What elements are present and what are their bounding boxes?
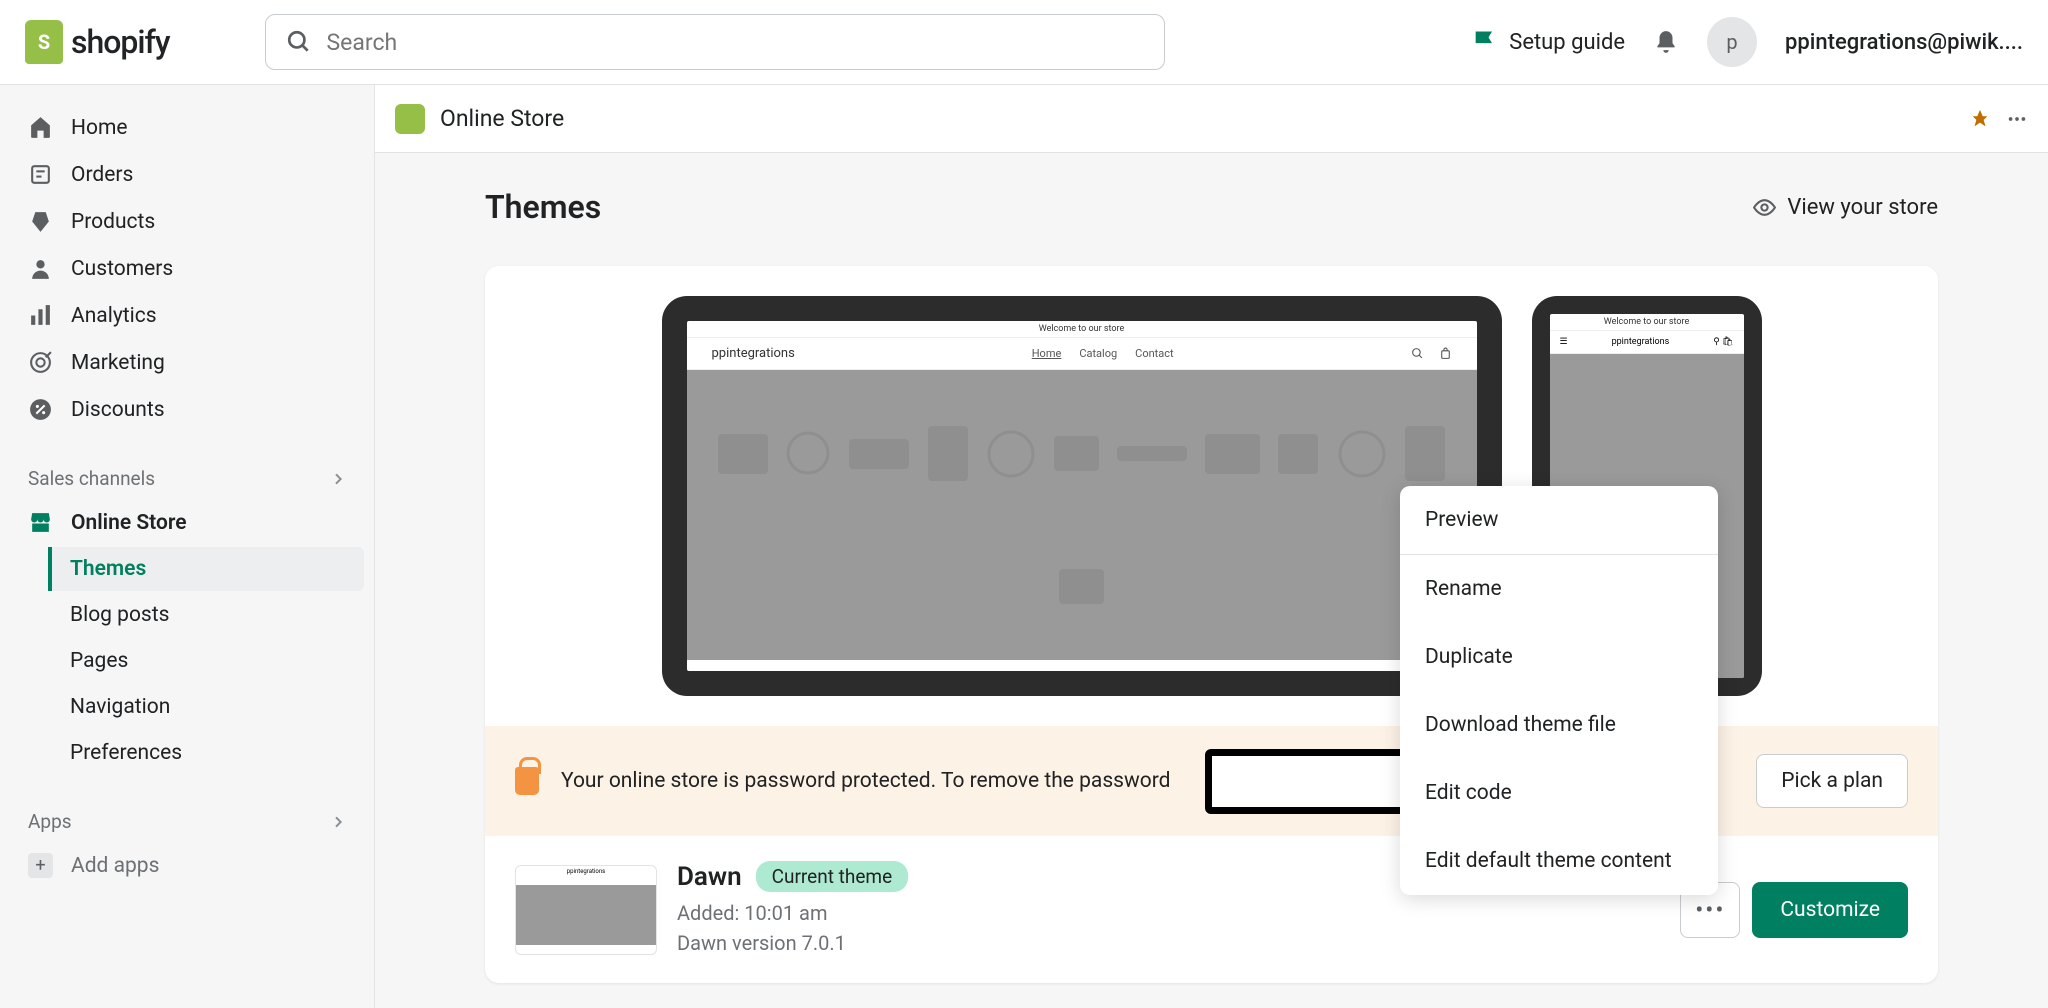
store-icon bbox=[28, 510, 53, 535]
theme-version: Dawn version 7.0.1 bbox=[677, 928, 1660, 958]
search-input[interactable] bbox=[327, 29, 1144, 56]
avatar[interactable]: p bbox=[1707, 17, 1757, 67]
sidebar-label: Marketing bbox=[71, 351, 165, 375]
password-banner: Your online store is password protected.… bbox=[485, 726, 1938, 836]
sidebar-item-products[interactable]: Products bbox=[10, 199, 364, 244]
view-store-label: View your store bbox=[1787, 195, 1938, 220]
sidebar-item-discounts[interactable]: Discounts bbox=[10, 387, 364, 432]
sidebar-label: Discounts bbox=[71, 398, 165, 422]
sidebar-item-online-store[interactable]: Online Store bbox=[10, 500, 364, 545]
marketing-icon bbox=[28, 350, 53, 375]
dropdown-edit-default-theme-content[interactable]: Edit default theme content bbox=[1400, 827, 1718, 895]
customize-button[interactable]: Customize bbox=[1752, 882, 1908, 938]
themes-title: Themes bbox=[485, 188, 601, 226]
menu-icon: ☰ bbox=[1560, 337, 1568, 347]
nav-catalog: Catalog bbox=[1079, 347, 1117, 360]
logo-text: shopify bbox=[71, 23, 170, 61]
theme-actions-dropdown: Preview Rename Duplicate Download theme … bbox=[1400, 486, 1718, 895]
logo-bag-icon bbox=[25, 20, 63, 64]
orders-icon bbox=[28, 162, 53, 187]
home-icon bbox=[28, 115, 53, 140]
theme-added: Added: 10:01 am bbox=[677, 898, 1660, 928]
sidebar-item-preferences[interactable]: Preferences bbox=[52, 731, 364, 775]
analytics-icon bbox=[28, 303, 53, 328]
topbar-right: Setup guide p ppintegrations@piwik.... bbox=[1471, 17, 2023, 67]
pin-icon[interactable] bbox=[1969, 108, 1991, 130]
page-header: Online Store bbox=[375, 85, 2048, 153]
store-badge-icon bbox=[395, 104, 425, 134]
sidebar-item-themes[interactable]: Themes bbox=[48, 547, 364, 591]
current-theme-badge: Current theme bbox=[756, 861, 909, 892]
sidebar-item-analytics[interactable]: Analytics bbox=[10, 293, 364, 338]
plus-icon: + bbox=[28, 853, 53, 878]
sidebar-label: Home bbox=[71, 116, 128, 140]
theme-card: Welcome to our store ppintegrations Home… bbox=[485, 266, 1938, 983]
theme-thumbnail: ppintegrations bbox=[515, 865, 657, 955]
sidebar-item-customers[interactable]: Customers bbox=[10, 246, 364, 291]
site-brand: ppintegrations bbox=[712, 346, 795, 361]
sidebar: Home Orders Products Customers Analytics… bbox=[0, 85, 375, 1008]
mobile-brand: ppintegrations bbox=[1612, 337, 1670, 347]
mobile-icons: ⚲ 🛍 bbox=[1713, 337, 1733, 347]
mobile-welcome-bar: Welcome to our store bbox=[1550, 314, 1744, 330]
add-apps-link[interactable]: + Add apps bbox=[10, 843, 364, 888]
theme-name: Dawn bbox=[677, 862, 742, 892]
sidebar-item-pages[interactable]: Pages bbox=[52, 639, 364, 683]
sidebar-label: Customers bbox=[71, 257, 173, 281]
welcome-bar: Welcome to our store bbox=[687, 321, 1477, 337]
sidebar-label: Online Store bbox=[71, 511, 187, 535]
notifications-icon[interactable] bbox=[1653, 28, 1679, 56]
shopify-logo[interactable]: shopify bbox=[25, 20, 170, 64]
discounts-icon bbox=[28, 397, 53, 422]
desktop-preview: Welcome to our store ppintegrations Home… bbox=[662, 296, 1502, 696]
search-small-icon bbox=[1411, 347, 1424, 360]
customers-icon bbox=[28, 256, 53, 281]
callout-arrow bbox=[1205, 749, 1425, 814]
bag-small-icon bbox=[1439, 347, 1452, 360]
lock-icon bbox=[515, 767, 539, 795]
dropdown-rename[interactable]: Rename bbox=[1400, 555, 1718, 623]
dropdown-download-theme-file[interactable]: Download theme file bbox=[1400, 691, 1718, 759]
more-dots-icon[interactable] bbox=[2006, 108, 2028, 130]
hero-image bbox=[687, 370, 1477, 660]
search-box[interactable] bbox=[265, 14, 1165, 70]
nav-home: Home bbox=[1032, 347, 1062, 360]
setup-guide-link[interactable]: Setup guide bbox=[1471, 28, 1625, 56]
sidebar-item-navigation[interactable]: Navigation bbox=[52, 685, 364, 729]
sidebar-label: Orders bbox=[71, 163, 133, 187]
topbar: shopify Setup guide p ppintegrations@piw… bbox=[0, 0, 2048, 85]
main-content: Online Store Themes View your store Welc… bbox=[375, 85, 2048, 1008]
page-header-title: Online Store bbox=[440, 105, 564, 132]
setup-guide-label: Setup guide bbox=[1509, 30, 1625, 55]
pick-plan-button[interactable]: Pick a plan bbox=[1756, 754, 1908, 808]
sidebar-label: Products bbox=[71, 210, 155, 234]
sidebar-item-blog-posts[interactable]: Blog posts bbox=[52, 593, 364, 637]
online-store-subnav: Themes Blog posts Pages Navigation Prefe… bbox=[10, 547, 364, 775]
sales-channels-header[interactable]: Sales channels bbox=[10, 457, 364, 500]
chevron-right-icon bbox=[330, 814, 346, 830]
sidebar-item-orders[interactable]: Orders bbox=[10, 152, 364, 197]
view-store-link[interactable]: View your store bbox=[1752, 195, 1938, 220]
nav-contact: Contact bbox=[1135, 347, 1173, 360]
products-icon bbox=[28, 209, 53, 234]
eye-icon bbox=[1752, 195, 1777, 220]
sales-channels-label: Sales channels bbox=[28, 467, 155, 490]
search-icon bbox=[286, 29, 312, 55]
dropdown-preview[interactable]: Preview bbox=[1400, 486, 1718, 554]
user-email[interactable]: ppintegrations@piwik.... bbox=[1785, 30, 2023, 55]
add-apps-label: Add apps bbox=[71, 854, 159, 878]
flag-icon bbox=[1471, 28, 1499, 56]
dropdown-duplicate[interactable]: Duplicate bbox=[1400, 623, 1718, 691]
sidebar-label: Analytics bbox=[71, 304, 157, 328]
theme-preview-area: Welcome to our store ppintegrations Home… bbox=[485, 266, 1938, 726]
dropdown-edit-code[interactable]: Edit code bbox=[1400, 759, 1718, 827]
sidebar-item-home[interactable]: Home bbox=[10, 105, 364, 150]
apps-label: Apps bbox=[28, 810, 72, 833]
apps-header[interactable]: Apps bbox=[10, 800, 364, 843]
theme-info-row: ppintegrations Dawn Current theme Added:… bbox=[485, 836, 1938, 983]
sidebar-item-marketing[interactable]: Marketing bbox=[10, 340, 364, 385]
chevron-right-icon bbox=[330, 471, 346, 487]
